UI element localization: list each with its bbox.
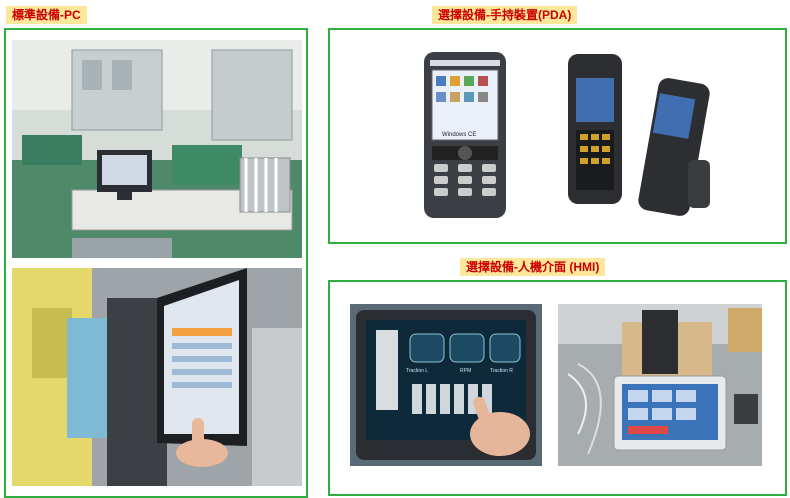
pda-phone-photo: Windows CE	[416, 50, 514, 220]
hmi-tile-label-traction-r: Traction R	[490, 368, 513, 374]
pc-panel	[4, 28, 308, 498]
pda-panel: Windows CE	[328, 28, 787, 244]
factory-pc-photo	[12, 40, 302, 258]
hmi-panel: Traction L RPM Traction R	[328, 280, 787, 496]
pda-phone-brand-text: Windows CE	[442, 132, 477, 138]
hmi-tile-label-rpm: RPM	[460, 368, 472, 374]
section-label-pda: 選擇設備-手持裝置(PDA)	[432, 6, 578, 24]
section-label-hmi: 選擇設備-人機介面 (HMI)	[460, 258, 606, 276]
hmi-touchpanel-photo: Traction L RPM Traction R	[350, 304, 542, 466]
hmi-install-photo	[558, 304, 762, 466]
hmi-tile-label-traction-l: Traction L	[406, 368, 429, 374]
pda-scanners-photo	[558, 50, 728, 220]
section-label-pc: 標準設備-PC	[6, 6, 87, 24]
touchscreen-pc-photo	[12, 268, 302, 486]
